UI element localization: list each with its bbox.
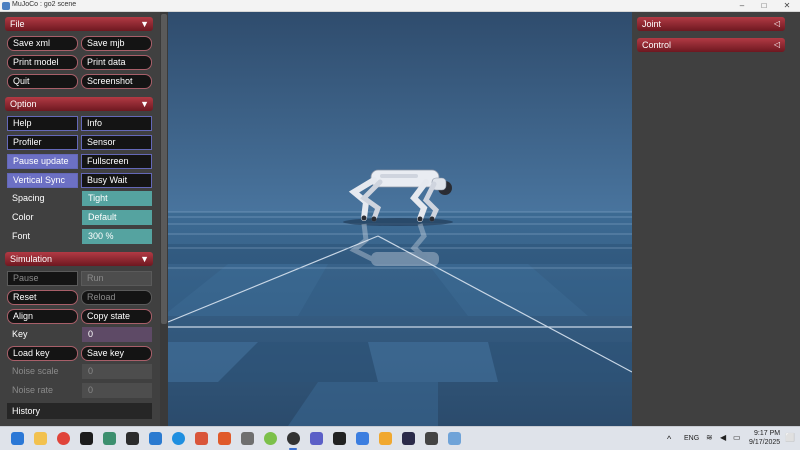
app-icon[interactable] xyxy=(333,432,346,445)
git-icon[interactable] xyxy=(195,432,208,445)
key-label: Key xyxy=(12,329,28,339)
pycharm-icon[interactable] xyxy=(80,432,93,445)
teams-icon[interactable] xyxy=(310,432,323,445)
save-mjb-button[interactable]: Save mjb xyxy=(81,36,152,51)
app-icon[interactable] xyxy=(448,432,461,445)
reload-button[interactable]: Reload xyxy=(81,290,152,305)
scene-render xyxy=(168,12,632,426)
calendar-icon[interactable] xyxy=(379,432,392,445)
mujoco-icon[interactable] xyxy=(287,432,300,445)
reset-button[interactable]: Reset xyxy=(7,290,78,305)
minimize-icon[interactable]: – xyxy=(731,0,753,12)
save-xml-button[interactable]: Save xml xyxy=(7,36,78,51)
app-icon[interactable] xyxy=(402,432,415,445)
chrome-icon[interactable] xyxy=(57,432,70,445)
section-option-label: Option xyxy=(10,99,37,109)
terminal-icon[interactable] xyxy=(126,432,139,445)
collapse-icon: ▼ xyxy=(140,254,149,264)
pause-toggle[interactable]: Pause xyxy=(7,271,78,286)
3d-viewport[interactable] xyxy=(168,12,632,426)
run-toggle[interactable]: Run xyxy=(81,271,152,286)
noise-scale-field[interactable]: 0 xyxy=(82,364,152,379)
profiler-checkbox[interactable]: Profiler xyxy=(7,135,78,150)
maximize-icon[interactable]: □ xyxy=(753,0,775,12)
info-checkbox[interactable]: Info xyxy=(81,116,152,131)
sky xyxy=(168,12,632,222)
collapse-icon: ▼ xyxy=(140,99,149,109)
scrollbar-thumb[interactable] xyxy=(161,14,167,324)
spacing-select[interactable]: Tight xyxy=(82,191,152,206)
android-icon[interactable] xyxy=(264,432,277,445)
mujoco-window: MuJoCo : go2 scene – □ ✕ File ▼ Save xml… xyxy=(0,0,800,450)
color-label: Color xyxy=(12,212,34,222)
taskbar: ^ ENG ≋ ◀ ▭ 9:17 PM 9/17/2025 ⬜ xyxy=(0,426,800,450)
close-icon[interactable]: ✕ xyxy=(776,0,798,12)
section-file-label: File xyxy=(10,19,25,29)
joint-header-label: Joint xyxy=(642,19,662,29)
font-select[interactable]: 300 % xyxy=(82,229,152,244)
app-icon[interactable] xyxy=(218,432,231,445)
expand-icon: ◁ xyxy=(773,40,780,49)
fullscreen-checkbox[interactable]: Fullscreen xyxy=(81,154,152,169)
title-bar: MuJoCo : go2 scene – □ ✕ xyxy=(0,0,800,12)
control-section-header[interactable]: Control ◁ xyxy=(637,38,785,52)
expand-icon: ◁ xyxy=(773,19,780,28)
font-label: Font xyxy=(12,231,31,241)
left-panel: File ▼ Save xml Save mjb Print model Pri… xyxy=(0,12,160,426)
security-icon[interactable] xyxy=(356,432,369,445)
file-explorer-icon[interactable] xyxy=(34,432,47,445)
collapse-icon: ▼ xyxy=(140,19,149,29)
mujoco-app-icon xyxy=(2,2,10,10)
print-data-button[interactable]: Print data xyxy=(81,55,152,70)
help-checkbox[interactable]: Help xyxy=(7,116,78,131)
busy-wait-checkbox[interactable]: Busy Wait xyxy=(81,173,152,188)
app-icon[interactable] xyxy=(103,432,116,445)
noise-rate-label: Noise rate xyxy=(12,385,54,395)
wifi-icon[interactable]: ≋ xyxy=(706,433,713,442)
windows-start-icon[interactable] xyxy=(11,432,24,445)
vscode-icon[interactable] xyxy=(149,432,162,445)
quit-button[interactable]: Quit xyxy=(7,74,78,89)
left-panel-scrollbar[interactable] xyxy=(160,12,168,426)
vertical-sync-checkbox[interactable]: Vertical Sync xyxy=(7,173,78,188)
noise-rate-field[interactable]: 0 xyxy=(82,383,152,398)
history-slider[interactable]: History xyxy=(7,403,152,419)
color-select[interactable]: Default xyxy=(82,210,152,225)
control-header-label: Control xyxy=(642,40,672,50)
section-file-header[interactable]: File ▼ xyxy=(5,17,153,31)
language-indicator[interactable]: ENG xyxy=(684,435,699,442)
clock-date[interactable]: 9/17/2025 xyxy=(749,439,780,446)
right-panel: Joint ◁ Control ◁ xyxy=(632,12,800,426)
section-simulation-label: Simulation xyxy=(10,254,53,264)
align-button[interactable]: Align xyxy=(7,309,78,324)
joint-section-header[interactable]: Joint ◁ xyxy=(637,17,785,31)
tools-icon[interactable] xyxy=(241,432,254,445)
load-key-button[interactable]: Load key xyxy=(7,346,78,361)
docker-icon[interactable] xyxy=(172,432,185,445)
screenshot-button[interactable]: Screenshot xyxy=(81,74,152,89)
pause-update-checkbox[interactable]: Pause update xyxy=(7,154,78,169)
section-simulation-header[interactable]: Simulation ▼ xyxy=(5,252,153,266)
sensor-checkbox[interactable]: Sensor xyxy=(81,135,152,150)
volume-icon[interactable]: ◀ xyxy=(720,433,726,442)
save-key-button[interactable]: Save key xyxy=(81,346,152,361)
battery-icon[interactable]: ▭ xyxy=(733,433,741,442)
key-field[interactable]: 0 xyxy=(82,327,152,342)
spacing-label: Spacing xyxy=(12,193,45,203)
clock-time[interactable]: 9:17 PM xyxy=(754,430,780,437)
app-icon[interactable] xyxy=(425,432,438,445)
chevron-up-icon[interactable]: ^ xyxy=(667,434,671,444)
section-option-header[interactable]: Option ▼ xyxy=(5,97,153,111)
noise-scale-label: Noise scale xyxy=(12,366,59,376)
window-title: MuJoCo : go2 scene xyxy=(12,1,77,8)
print-model-button[interactable]: Print model xyxy=(7,55,78,70)
copy-state-button[interactable]: Copy state xyxy=(81,309,152,324)
notification-icon[interactable]: ⬜ xyxy=(785,433,795,442)
